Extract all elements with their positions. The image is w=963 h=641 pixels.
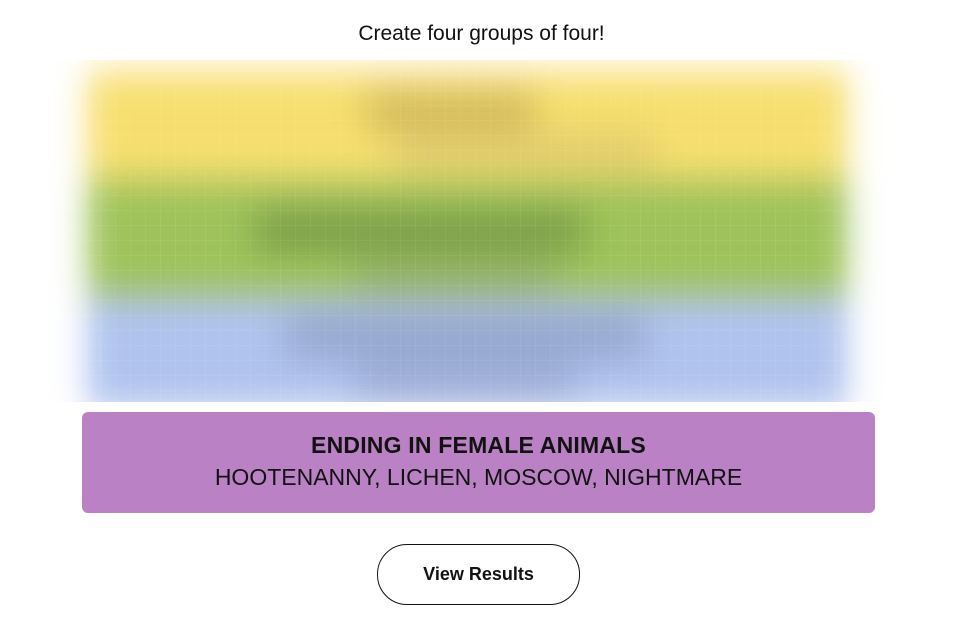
blurred-text-blue-2 <box>355 360 575 402</box>
blur-layer <box>25 60 910 402</box>
category-members: HOOTENANNY, LICHEN, MOSCOW, NIGHTMARE <box>214 464 743 490</box>
blurred-solved-groups <box>25 60 910 402</box>
board-fade-right <box>840 60 910 402</box>
blurred-text-blue-1 <box>285 315 645 357</box>
board-fade-left <box>25 60 95 402</box>
instruction-text: Create four groups of four! <box>358 22 605 45</box>
category-title: ENDING IN FEMALE ANIMALS <box>311 432 646 458</box>
blurred-text-yellow-2 <box>395 130 655 172</box>
blurred-text-yellow-1 <box>365 90 535 132</box>
blurred-text-green-2 <box>355 255 555 297</box>
blurred-text-green-1 <box>255 210 585 252</box>
revealed-category-card: ENDING IN FEMALE ANIMALS HOOTENANNY, LIC… <box>82 412 875 513</box>
view-results-button[interactable]: View Results <box>377 544 580 605</box>
